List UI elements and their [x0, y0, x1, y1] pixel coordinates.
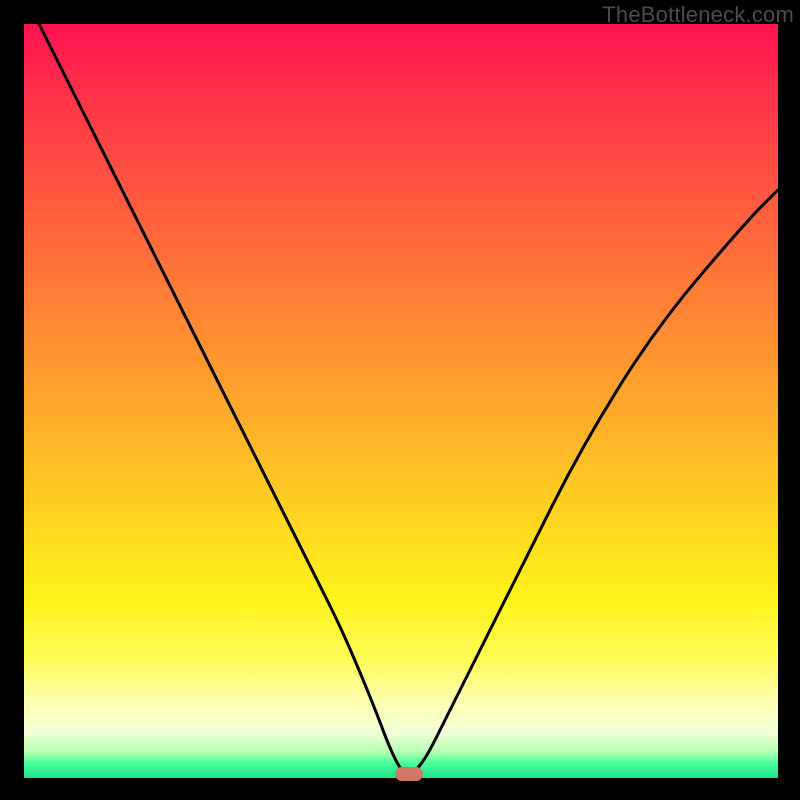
plot-area — [24, 24, 778, 778]
watermark-text: TheBottleneck.com — [602, 2, 794, 28]
chart-frame: TheBottleneck.com — [0, 0, 800, 800]
curve-path — [39, 24, 778, 773]
bottleneck-curve — [24, 24, 778, 778]
min-marker — [395, 767, 423, 781]
